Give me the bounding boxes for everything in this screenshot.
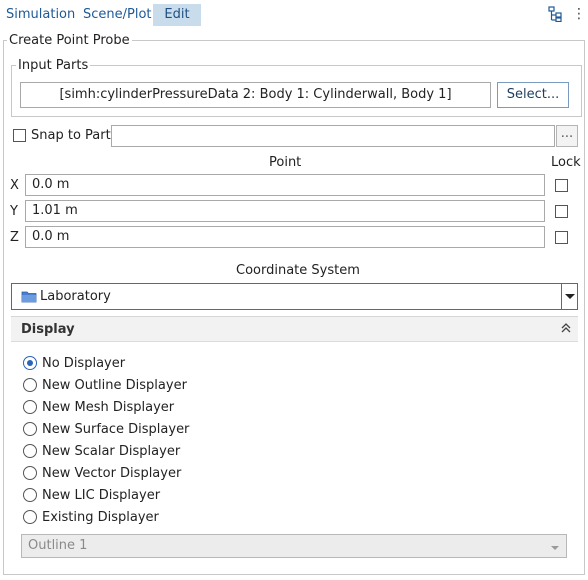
- snap-to-part-field[interactable]: [111, 125, 555, 147]
- z-lock-checkbox[interactable]: [555, 231, 568, 244]
- input-parts-field[interactable]: [simh:cylinderPressureData 2: Body 1: Cy…: [20, 82, 491, 108]
- radio-label-new-outline-displayer: New Outline Displayer: [42, 378, 187, 393]
- tab-scene-plot[interactable]: Scene/Plot: [77, 4, 158, 26]
- more-menu-icon[interactable]: ⋮: [572, 4, 586, 24]
- x-label: X: [10, 178, 19, 193]
- radio-new-mesh-displayer[interactable]: [23, 400, 37, 414]
- radio-new-vector-displayer[interactable]: [23, 466, 37, 480]
- folder-icon: [21, 290, 37, 303]
- existing-displayer-value: Outline 1: [28, 538, 88, 553]
- y-lock-checkbox[interactable]: [555, 205, 568, 218]
- chevron-down-icon[interactable]: [561, 284, 577, 309]
- x-coordinate-field[interactable]: 0.0 m: [25, 174, 545, 196]
- display-header-label: Display: [21, 322, 75, 337]
- coordinate-system-value: Laboratory: [40, 289, 111, 304]
- tab-edit[interactable]: Edit: [153, 4, 201, 26]
- y-coordinate-field[interactable]: 1.01 m: [25, 200, 545, 222]
- coordinate-system-select[interactable]: Laboratory: [11, 283, 578, 310]
- lock-header: Lock: [551, 155, 581, 170]
- x-lock-checkbox[interactable]: [555, 179, 568, 192]
- point-header: Point: [269, 155, 302, 170]
- tree-view-icon[interactable]: [548, 6, 564, 23]
- radio-new-lic-displayer[interactable]: [23, 488, 37, 502]
- radio-new-scalar-displayer[interactable]: [23, 444, 37, 458]
- coordinate-system-label: Coordinate System: [236, 263, 360, 278]
- input-parts-label: Input Parts: [16, 58, 91, 73]
- panel-title: Create Point Probe: [7, 33, 132, 48]
- existing-displayer-select[interactable]: Outline 1: [21, 534, 567, 558]
- z-label: Z: [10, 230, 19, 245]
- collapse-icon[interactable]: [559, 321, 573, 335]
- snap-browse-button[interactable]: ...: [556, 125, 578, 147]
- radio-label-existing-displayer: Existing Displayer: [42, 510, 159, 525]
- z-coordinate-field[interactable]: 0.0 m: [25, 226, 545, 248]
- tab-simulation[interactable]: Simulation: [0, 4, 81, 26]
- radio-new-outline-displayer[interactable]: [23, 378, 37, 392]
- radio-no-displayer[interactable]: [23, 356, 37, 370]
- radio-existing-displayer[interactable]: [23, 510, 37, 524]
- radio-label-new-mesh-displayer: New Mesh Displayer: [42, 400, 175, 415]
- snap-to-part-label: Snap to Part: [31, 128, 111, 143]
- radio-label-no-displayer: No Displayer: [42, 356, 126, 371]
- display-section-header[interactable]: [11, 316, 578, 342]
- radio-label-new-scalar-displayer: New Scalar Displayer: [42, 444, 181, 459]
- radio-label-new-lic-displayer: New LIC Displayer: [42, 488, 161, 503]
- y-label: Y: [10, 204, 18, 219]
- chevron-down-icon: [549, 541, 561, 551]
- snap-to-part-checkbox[interactable]: [13, 129, 26, 142]
- select-parts-button[interactable]: Select...: [497, 82, 569, 108]
- radio-label-new-surface-displayer: New Surface Displayer: [42, 422, 190, 437]
- radio-label-new-vector-displayer: New Vector Displayer: [42, 466, 182, 481]
- radio-new-surface-displayer[interactable]: [23, 422, 37, 436]
